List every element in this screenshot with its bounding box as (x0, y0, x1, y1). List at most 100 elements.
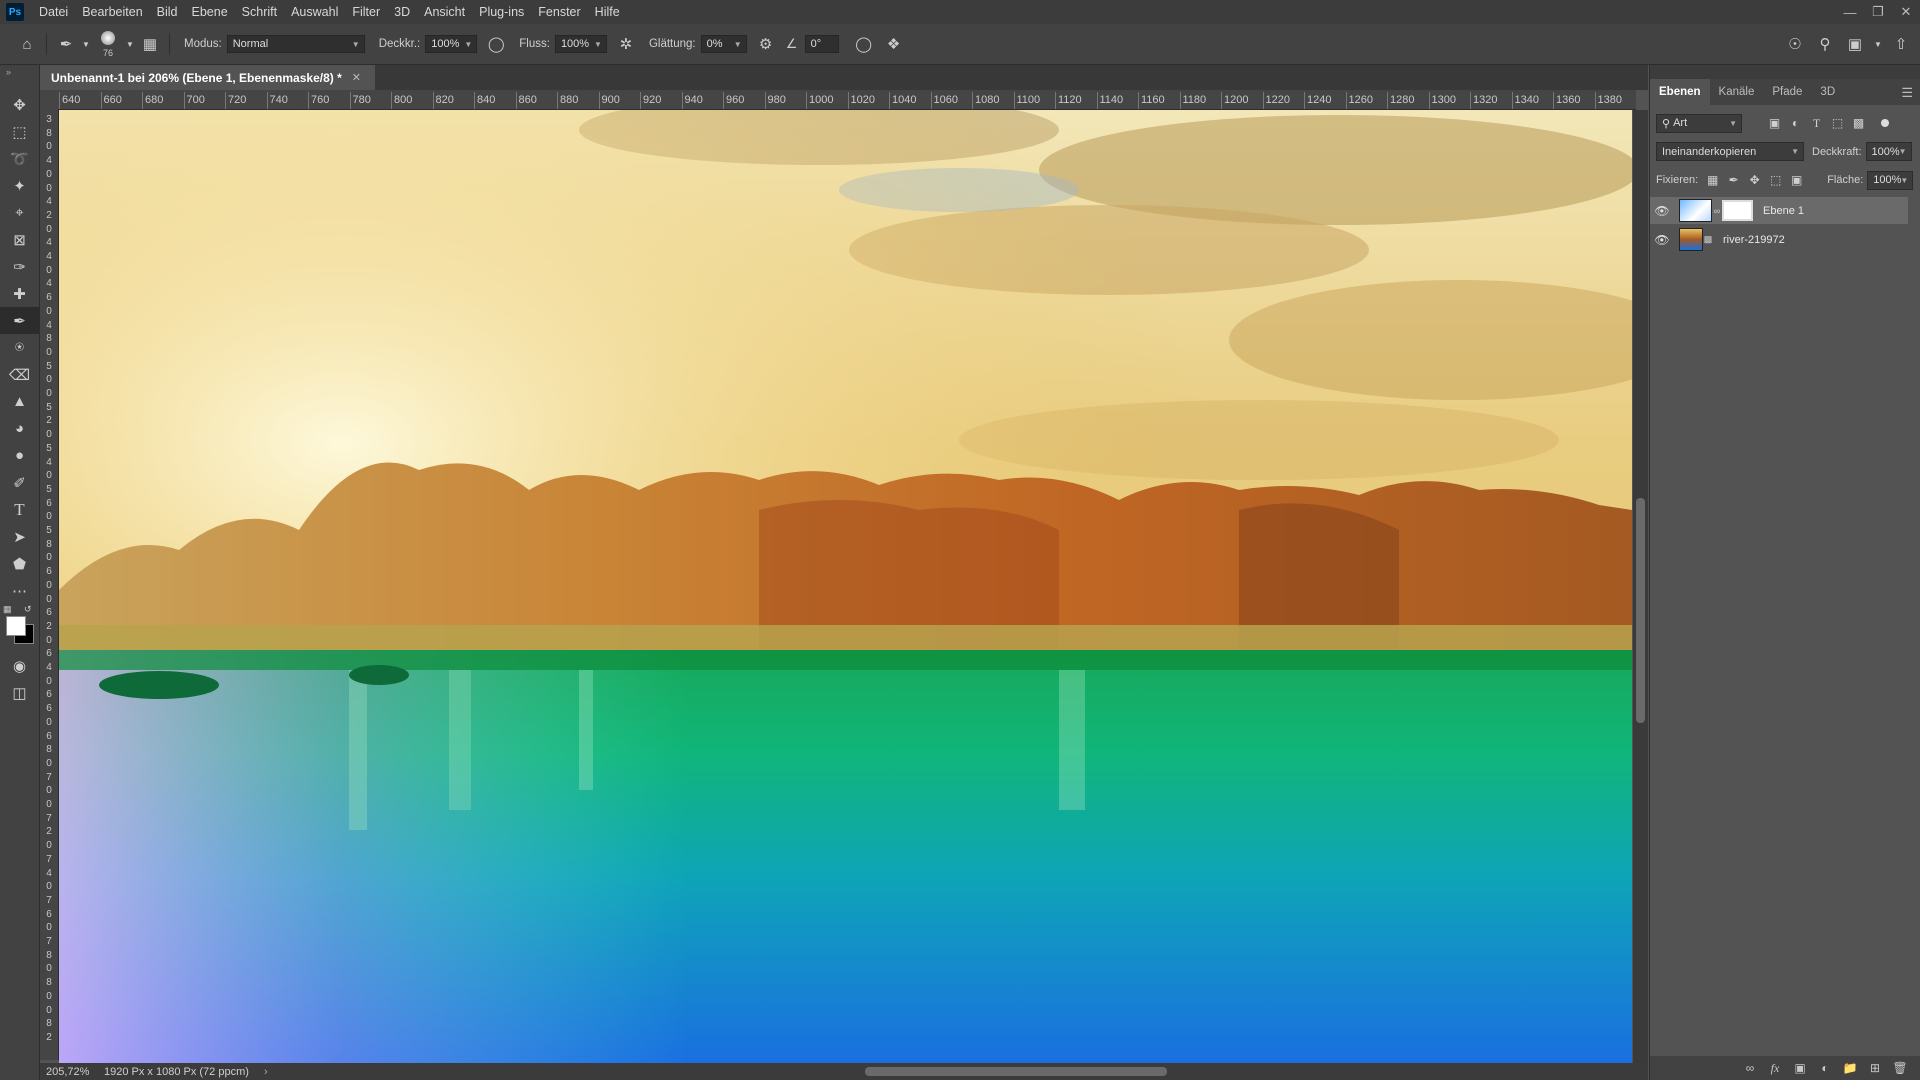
share-icon[interactable]: ⇧ (1888, 31, 1914, 57)
flow-input[interactable]: 100% ▼ (554, 35, 607, 53)
lock-transparency-icon[interactable]: ▦ (1702, 170, 1723, 190)
menu-3d[interactable]: 3D (387, 0, 417, 24)
layer-row-ebene-1[interactable]: 👁 ∞ Ebene 1 (1650, 197, 1908, 224)
dodge-tool-icon[interactable]: ◕ (0, 415, 39, 442)
panel-menu-icon[interactable]: ☰ (1901, 85, 1913, 101)
filter-toggle-icon[interactable] (1881, 119, 1889, 127)
lock-artboard-icon[interactable]: ⬚ (1765, 170, 1786, 190)
panel-collapse-bar[interactable] (1650, 65, 1920, 79)
workspace-icon[interactable]: ▣ (1842, 31, 1868, 57)
pen-tool-icon[interactable]: ✐ (0, 469, 39, 496)
lock-all-icon[interactable]: ▣ (1786, 170, 1807, 190)
new-group-icon[interactable]: 📁 (1841, 1061, 1859, 1075)
pressure-opacity-icon[interactable]: ◯ (483, 31, 509, 57)
horizontal-scrollbar-thumb[interactable] (865, 1067, 1167, 1076)
magic-wand-tool-icon[interactable]: ✦ (0, 172, 39, 199)
smudge-tool-icon[interactable]: ● (0, 442, 39, 469)
menu-bearbeiten[interactable]: Bearbeiten (75, 0, 149, 24)
move-tool-icon[interactable]: ✥ (0, 91, 39, 118)
link-layers-icon[interactable]: ∞ (1741, 1061, 1759, 1075)
swap-colors-icon[interactable]: ↺ (24, 604, 32, 615)
menu-hilfe[interactable]: Hilfe (588, 0, 627, 24)
chevron-down-icon[interactable]: ▼ (79, 31, 93, 57)
layer-row-river[interactable]: 👁 ▩ river-219972 (1650, 226, 1908, 253)
close-icon[interactable]: ✕ (1892, 0, 1920, 24)
filter-shape-icon[interactable]: ⬚ (1827, 113, 1848, 133)
more-tools-icon[interactable]: ⋯ (0, 577, 39, 604)
new-layer-icon[interactable]: ⊞ (1866, 1061, 1884, 1075)
delete-layer-icon[interactable]: 🗑 (1891, 1061, 1909, 1075)
eyedropper-tool-icon[interactable]: ✑ (0, 253, 39, 280)
lock-position-icon[interactable]: ✥ (1744, 170, 1765, 190)
brush-settings-icon[interactable]: ▦ (137, 31, 163, 57)
zoom-level[interactable]: 205,72% (40, 1066, 104, 1078)
fill-input[interactable]: 100% ▼ (1867, 170, 1914, 190)
vertical-scrollbar[interactable] (1633, 110, 1648, 1063)
filter-type-icon[interactable]: T (1806, 113, 1827, 133)
brush-tool-icon[interactable]: ✒ (0, 307, 39, 334)
tab-channels[interactable]: Kanäle (1710, 79, 1764, 105)
gear-icon[interactable]: ⚙ (753, 31, 779, 57)
opacity-input[interactable]: 100% ▼ (425, 35, 478, 53)
close-icon[interactable]: ✕ (352, 71, 361, 84)
document-tab[interactable]: Unbenannt-1 bei 206% (Ebene 1, Ebenenmas… (40, 65, 375, 90)
menu-datei[interactable]: Datei (32, 0, 75, 24)
menu-filter[interactable]: Filter (345, 0, 387, 24)
home-icon[interactable]: ⌂ (14, 31, 40, 57)
document-canvas[interactable] (59, 110, 1632, 1063)
type-tool-icon[interactable]: T (0, 496, 39, 523)
eye-icon[interactable]: 👁 (1650, 204, 1674, 218)
adjustment-layer-icon[interactable]: ◐ (1816, 1061, 1834, 1075)
menu-fenster[interactable]: Fenster (531, 0, 587, 24)
chevron-down-icon[interactable]: ▼ (1872, 31, 1884, 57)
stamp-tool-icon[interactable]: ⍟ (0, 334, 39, 361)
lasso-tool-icon[interactable]: ➰ (0, 145, 39, 172)
learn-icon[interactable]: ☉ (1782, 31, 1808, 57)
shape-tool-icon[interactable]: ⬟ (0, 550, 39, 577)
layer-filter-select[interactable]: ⚲ Art ▼ (1656, 113, 1742, 133)
chevron-down-icon[interactable]: ▼ (123, 31, 137, 57)
paint-bucket-tool-icon[interactable]: ▲ (0, 388, 39, 415)
airbrush-icon[interactable]: ✲ (613, 31, 639, 57)
screen-mode-icon[interactable]: ◫ (0, 679, 39, 706)
healing-brush-tool-icon[interactable]: ✚ (0, 280, 39, 307)
lock-pixels-icon[interactable]: ✒ (1723, 170, 1744, 190)
quick-mask-icon[interactable]: ◉ (0, 652, 39, 679)
blend-mode-select[interactable]: Ineinanderkopieren ▼ (1656, 142, 1804, 161)
menu-ebene[interactable]: Ebene (185, 0, 235, 24)
menu-bild[interactable]: Bild (150, 0, 185, 24)
link-icon[interactable]: ∞ (1712, 206, 1722, 216)
layer-style-icon[interactable]: fx (1766, 1061, 1784, 1076)
pressure-size-icon[interactable]: ◯ (851, 31, 877, 57)
menu-plugins[interactable]: Plug-ins (472, 0, 531, 24)
minimize-icon[interactable]: — (1836, 0, 1864, 24)
eye-icon[interactable]: 👁 (1650, 233, 1674, 247)
filter-smartobject-icon[interactable]: ▩ (1848, 113, 1869, 133)
photoshop-logo[interactable]: Ps (6, 3, 24, 21)
add-mask-icon[interactable]: ▣ (1791, 1061, 1809, 1075)
angle-input[interactable]: 0° (804, 35, 839, 53)
restore-icon[interactable]: ❐ (1864, 0, 1892, 24)
menu-ansicht[interactable]: Ansicht (417, 0, 472, 24)
brush-tool-preset-icon[interactable]: ✒ (53, 31, 79, 57)
symmetry-icon[interactable]: ❖ (881, 31, 907, 57)
layer-mask-thumbnail[interactable] (1722, 200, 1753, 221)
path-selection-tool-icon[interactable]: ➤ (0, 523, 39, 550)
menu-schrift[interactable]: Schrift (235, 0, 284, 24)
crop-tool-icon[interactable]: ⌖ (0, 199, 39, 226)
mode-select[interactable]: Normal ▼ (226, 35, 365, 53)
tab-layers[interactable]: Ebenen (1650, 79, 1710, 105)
toolbar-collapse-icon[interactable]: » (0, 65, 39, 91)
brush-size-picker[interactable]: 76 (93, 28, 123, 60)
vertical-scrollbar-thumb[interactable] (1636, 498, 1645, 723)
horizontal-scrollbar[interactable] (330, 1063, 1630, 1080)
marquee-tool-icon[interactable]: ⬚ (0, 118, 39, 145)
default-colors-icon[interactable]: ▦ (3, 604, 12, 615)
eraser-tool-icon[interactable]: ⌫ (0, 361, 39, 388)
chevron-right-icon[interactable]: › (264, 1066, 284, 1078)
tab-paths[interactable]: Pfade (1763, 79, 1811, 105)
foreground-color-swatch[interactable] (6, 616, 26, 636)
filter-pixel-icon[interactable]: ▣ (1764, 113, 1785, 133)
search-icon[interactable]: ⚲ (1812, 31, 1838, 57)
tab-3d[interactable]: 3D (1811, 79, 1844, 105)
